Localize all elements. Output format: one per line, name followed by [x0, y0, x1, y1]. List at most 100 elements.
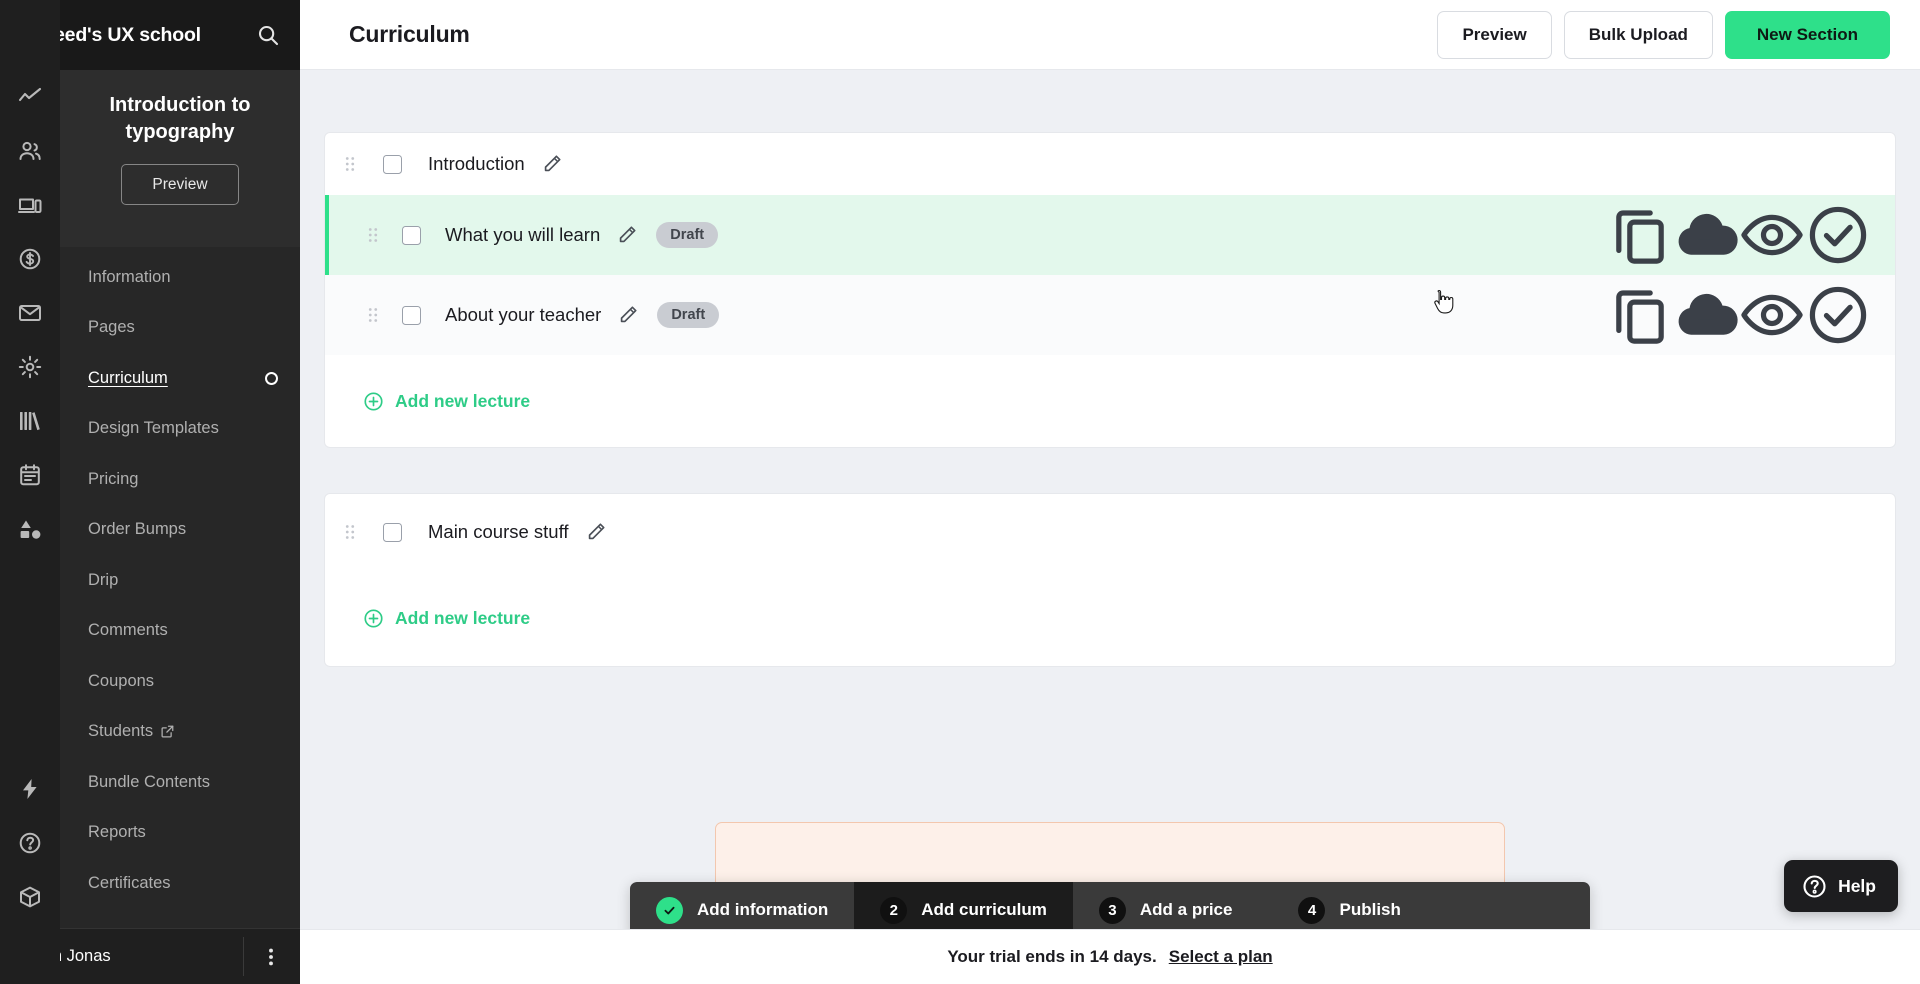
sidebar-item-bundle-contents[interactable]: Bundle Contents	[60, 757, 300, 808]
row-actions	[1607, 286, 1871, 344]
sidebar-item-label: Drip	[88, 570, 119, 589]
course-preview-button[interactable]: Preview	[121, 164, 239, 205]
duplicate-icon[interactable]	[1607, 290, 1673, 344]
plus-circle-icon	[363, 608, 384, 629]
plus-circle-icon	[363, 391, 384, 412]
help-circle-icon[interactable]	[0, 816, 60, 870]
lecture-row[interactable]: What you will learn Draft	[325, 195, 1895, 275]
section-checkbox[interactable]	[383, 522, 402, 542]
people-icon[interactable]	[0, 124, 60, 178]
select-a-plan-link[interactable]: Select a plan	[1169, 947, 1273, 967]
help-button[interactable]: Help	[1784, 860, 1898, 912]
trial-text: Your trial ends in 14 days.	[947, 947, 1157, 966]
lecture-row[interactable]: About your teacher Draft	[325, 275, 1895, 355]
course-header: Introduction to typography Preview	[60, 70, 300, 247]
status-badge: Draft	[657, 302, 720, 328]
step-number: 3	[1098, 896, 1126, 924]
sidebar-item-label: Comments	[88, 621, 168, 640]
icon-rail	[0, 0, 60, 984]
books-icon[interactable]	[0, 394, 60, 448]
check-circle-icon[interactable]	[1805, 206, 1871, 264]
shapes-icon[interactable]	[0, 502, 60, 556]
help-label: Help	[1838, 875, 1876, 896]
section-header: Main course stuff	[325, 494, 1895, 570]
sidebar-item-label: Certificates	[88, 873, 171, 892]
step-complete-check-icon	[656, 896, 683, 924]
lecture-title: What you will learn	[445, 224, 601, 245]
sidebar-item-label: Pricing	[88, 469, 139, 488]
check-circle-icon[interactable]	[1805, 286, 1871, 344]
lecture-checkbox[interactable]	[402, 225, 421, 245]
sidebar-item-information[interactable]: Information	[60, 252, 300, 303]
mail-icon[interactable]	[0, 286, 60, 340]
sidebar-nav: Information Pages Curriculum Design Templat…	[60, 252, 300, 928]
edit-pencil-icon[interactable]	[585, 521, 607, 543]
kebab-menu-icon[interactable]	[260, 946, 282, 968]
page-title: Curriculum	[349, 21, 470, 47]
drag-handle-icon[interactable]	[339, 153, 361, 175]
sidebar-item-students[interactable]: Students	[60, 707, 300, 758]
sidebar-item-order-bumps[interactable]: Order Bumps	[60, 505, 300, 556]
step-number: 2	[880, 896, 908, 924]
section-checkbox[interactable]	[383, 154, 402, 174]
step-label: Add a price	[1139, 900, 1233, 919]
sidebar-item-pages[interactable]: Pages	[60, 303, 300, 354]
sidebar-item-coupons[interactable]: Coupons	[60, 656, 300, 707]
preview-button[interactable]: Preview	[1437, 10, 1552, 59]
cloud-download-icon[interactable]	[1673, 213, 1739, 255]
search-icon[interactable]	[256, 23, 280, 47]
external-link-icon	[160, 724, 175, 739]
drag-handle-icon[interactable]	[362, 224, 384, 246]
course-sidebar: UI Feed's UX school Introduction to typo…	[0, 0, 300, 984]
cloud-download-icon[interactable]	[1673, 293, 1739, 335]
sidebar-item-label: Bundle Contents	[88, 772, 211, 791]
section-card: Main course stuff Add new lecture	[324, 493, 1896, 667]
curriculum-content: Introduction What you will learn Draft Abou…	[300, 70, 1920, 984]
sidebar-item-certificates[interactable]: Certificates	[60, 858, 300, 909]
step-label: Publish	[1339, 900, 1401, 919]
step-label: Add curriculum	[921, 900, 1047, 919]
section-title: Main course stuff	[428, 521, 569, 542]
sidebar-item-comments[interactable]: Comments	[60, 606, 300, 657]
duplicate-icon[interactable]	[1607, 210, 1673, 264]
cube-icon[interactable]	[0, 870, 60, 924]
add-new-lecture-label: Add new lecture	[395, 607, 531, 628]
add-new-lecture-button[interactable]: Add new lecture	[325, 355, 1895, 447]
sidebar-item-label: Reports	[88, 823, 146, 842]
drag-handle-icon[interactable]	[362, 304, 384, 326]
edit-pencil-icon[interactable]	[617, 304, 639, 326]
main-region: Curriculum Preview Bulk Upload New Secti…	[300, 0, 1920, 984]
sidebar-item-pricing[interactable]: Pricing	[60, 454, 300, 505]
section-title: Introduction	[428, 153, 525, 174]
gear-icon[interactable]	[0, 340, 60, 394]
lightning-icon[interactable]	[0, 762, 60, 816]
trial-bar: Your trial ends in 14 days. Select a pla…	[300, 929, 1920, 984]
lecture-checkbox[interactable]	[402, 305, 421, 325]
dollar-circle-icon[interactable]	[0, 232, 60, 286]
devices-icon[interactable]	[0, 178, 60, 232]
sidebar-item-curriculum[interactable]: Curriculum	[60, 353, 300, 404]
section-card: Introduction What you will learn Draft Abou…	[324, 132, 1896, 448]
sidebar-item-drip[interactable]: Drip	[60, 555, 300, 606]
sidebar-item-label: Coupons	[88, 671, 155, 690]
step-label: Add information	[697, 900, 829, 919]
eye-icon[interactable]	[1739, 294, 1805, 336]
analytics-trend-icon[interactable]	[0, 70, 60, 124]
calendar-list-icon[interactable]	[0, 448, 60, 502]
add-new-lecture-label: Add new lecture	[395, 390, 531, 411]
edit-pencil-icon[interactable]	[616, 224, 638, 246]
new-section-button[interactable]: New Section	[1724, 10, 1890, 59]
add-new-lecture-button[interactable]: Add new lecture	[325, 570, 1895, 666]
sidebar-item-reports[interactable]: Reports	[60, 808, 300, 859]
status-badge: Draft	[656, 222, 719, 248]
top-bar: Curriculum Preview Bulk Upload New Secti…	[300, 0, 1920, 70]
question-circle-icon	[1802, 874, 1827, 899]
bulk-upload-button[interactable]: Bulk Upload	[1563, 10, 1713, 59]
sidebar-item-label: Order Bumps	[88, 520, 187, 539]
step-number: 4	[1298, 896, 1326, 924]
drag-handle-icon[interactable]	[339, 521, 361, 543]
section-header: Introduction	[325, 133, 1895, 195]
sidebar-item-design-templates[interactable]: Design Templates	[60, 404, 300, 455]
eye-icon[interactable]	[1739, 214, 1805, 256]
edit-pencil-icon[interactable]	[541, 153, 563, 175]
